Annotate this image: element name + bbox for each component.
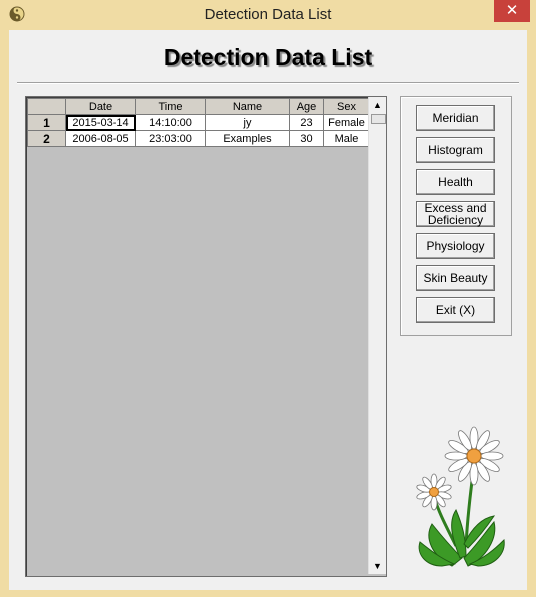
skin-beauty-button[interactable]: Skin Beauty: [416, 265, 495, 291]
table-row[interactable]: 2 2006-08-05 23:03:00 Examples 30 Male: [27, 130, 370, 147]
vertical-scrollbar[interactable]: ▲ ▼: [368, 97, 386, 574]
page-title: Detection Data List: [163, 44, 373, 70]
app-window: Detection Data List ✕ Detection Data Lis…: [0, 0, 536, 597]
client-area: Detection Data List Date Time Name Age S…: [9, 30, 527, 590]
title-bar[interactable]: Detection Data List ✕: [0, 0, 536, 30]
window-title: Detection Data List: [204, 6, 332, 23]
column-header-age[interactable]: Age: [289, 98, 324, 115]
scroll-up-icon[interactable]: ▲: [369, 97, 386, 113]
cell-age[interactable]: 23: [289, 114, 324, 131]
column-header-sex[interactable]: Sex: [323, 98, 370, 115]
exit-button[interactable]: Exit (X): [416, 297, 495, 323]
cell-time[interactable]: 14:10:00: [135, 114, 206, 131]
row-number[interactable]: 1: [27, 114, 66, 131]
data-table: Date Time Name Age Sex 1 2015-03-14 14:1…: [27, 98, 370, 147]
meridian-button[interactable]: Meridian: [416, 105, 495, 131]
close-icon: ✕: [505, 2, 519, 19]
column-header-name[interactable]: Name: [205, 98, 290, 115]
cell-sex[interactable]: Female: [323, 114, 370, 131]
health-button[interactable]: Health: [416, 169, 495, 195]
row-number[interactable]: 2: [27, 130, 66, 147]
corner-header[interactable]: [27, 98, 66, 115]
data-grid[interactable]: Date Time Name Age Sex 1 2015-03-14 14:1…: [25, 96, 387, 577]
column-header-time[interactable]: Time: [135, 98, 206, 115]
daisy-flower-icon: [412, 426, 512, 572]
scroll-down-icon[interactable]: ▼: [369, 558, 386, 574]
excess-deficiency-button[interactable]: Excess and Deficiency: [416, 201, 495, 227]
scroll-thumb[interactable]: [371, 114, 386, 124]
cell-name[interactable]: jy: [205, 114, 290, 131]
button-panel: Meridian Histogram Health Excess and Def…: [400, 96, 512, 336]
cell-name[interactable]: Examples: [205, 130, 290, 147]
divider: [17, 82, 519, 84]
histogram-button[interactable]: Histogram: [416, 137, 495, 163]
column-header-date[interactable]: Date: [65, 98, 136, 115]
cell-time[interactable]: 23:03:00: [135, 130, 206, 147]
close-button[interactable]: ✕: [494, 0, 530, 22]
physiology-button[interactable]: Physiology: [416, 233, 495, 259]
header-row: Date Time Name Age Sex: [27, 98, 370, 115]
cell-date[interactable]: 2015-03-14: [65, 114, 136, 131]
cell-sex[interactable]: Male: [323, 130, 370, 147]
cell-date[interactable]: 2006-08-05: [65, 130, 136, 147]
table-row[interactable]: 1 2015-03-14 14:10:00 jy 23 Female: [27, 114, 370, 131]
cell-age[interactable]: 30: [289, 130, 324, 147]
